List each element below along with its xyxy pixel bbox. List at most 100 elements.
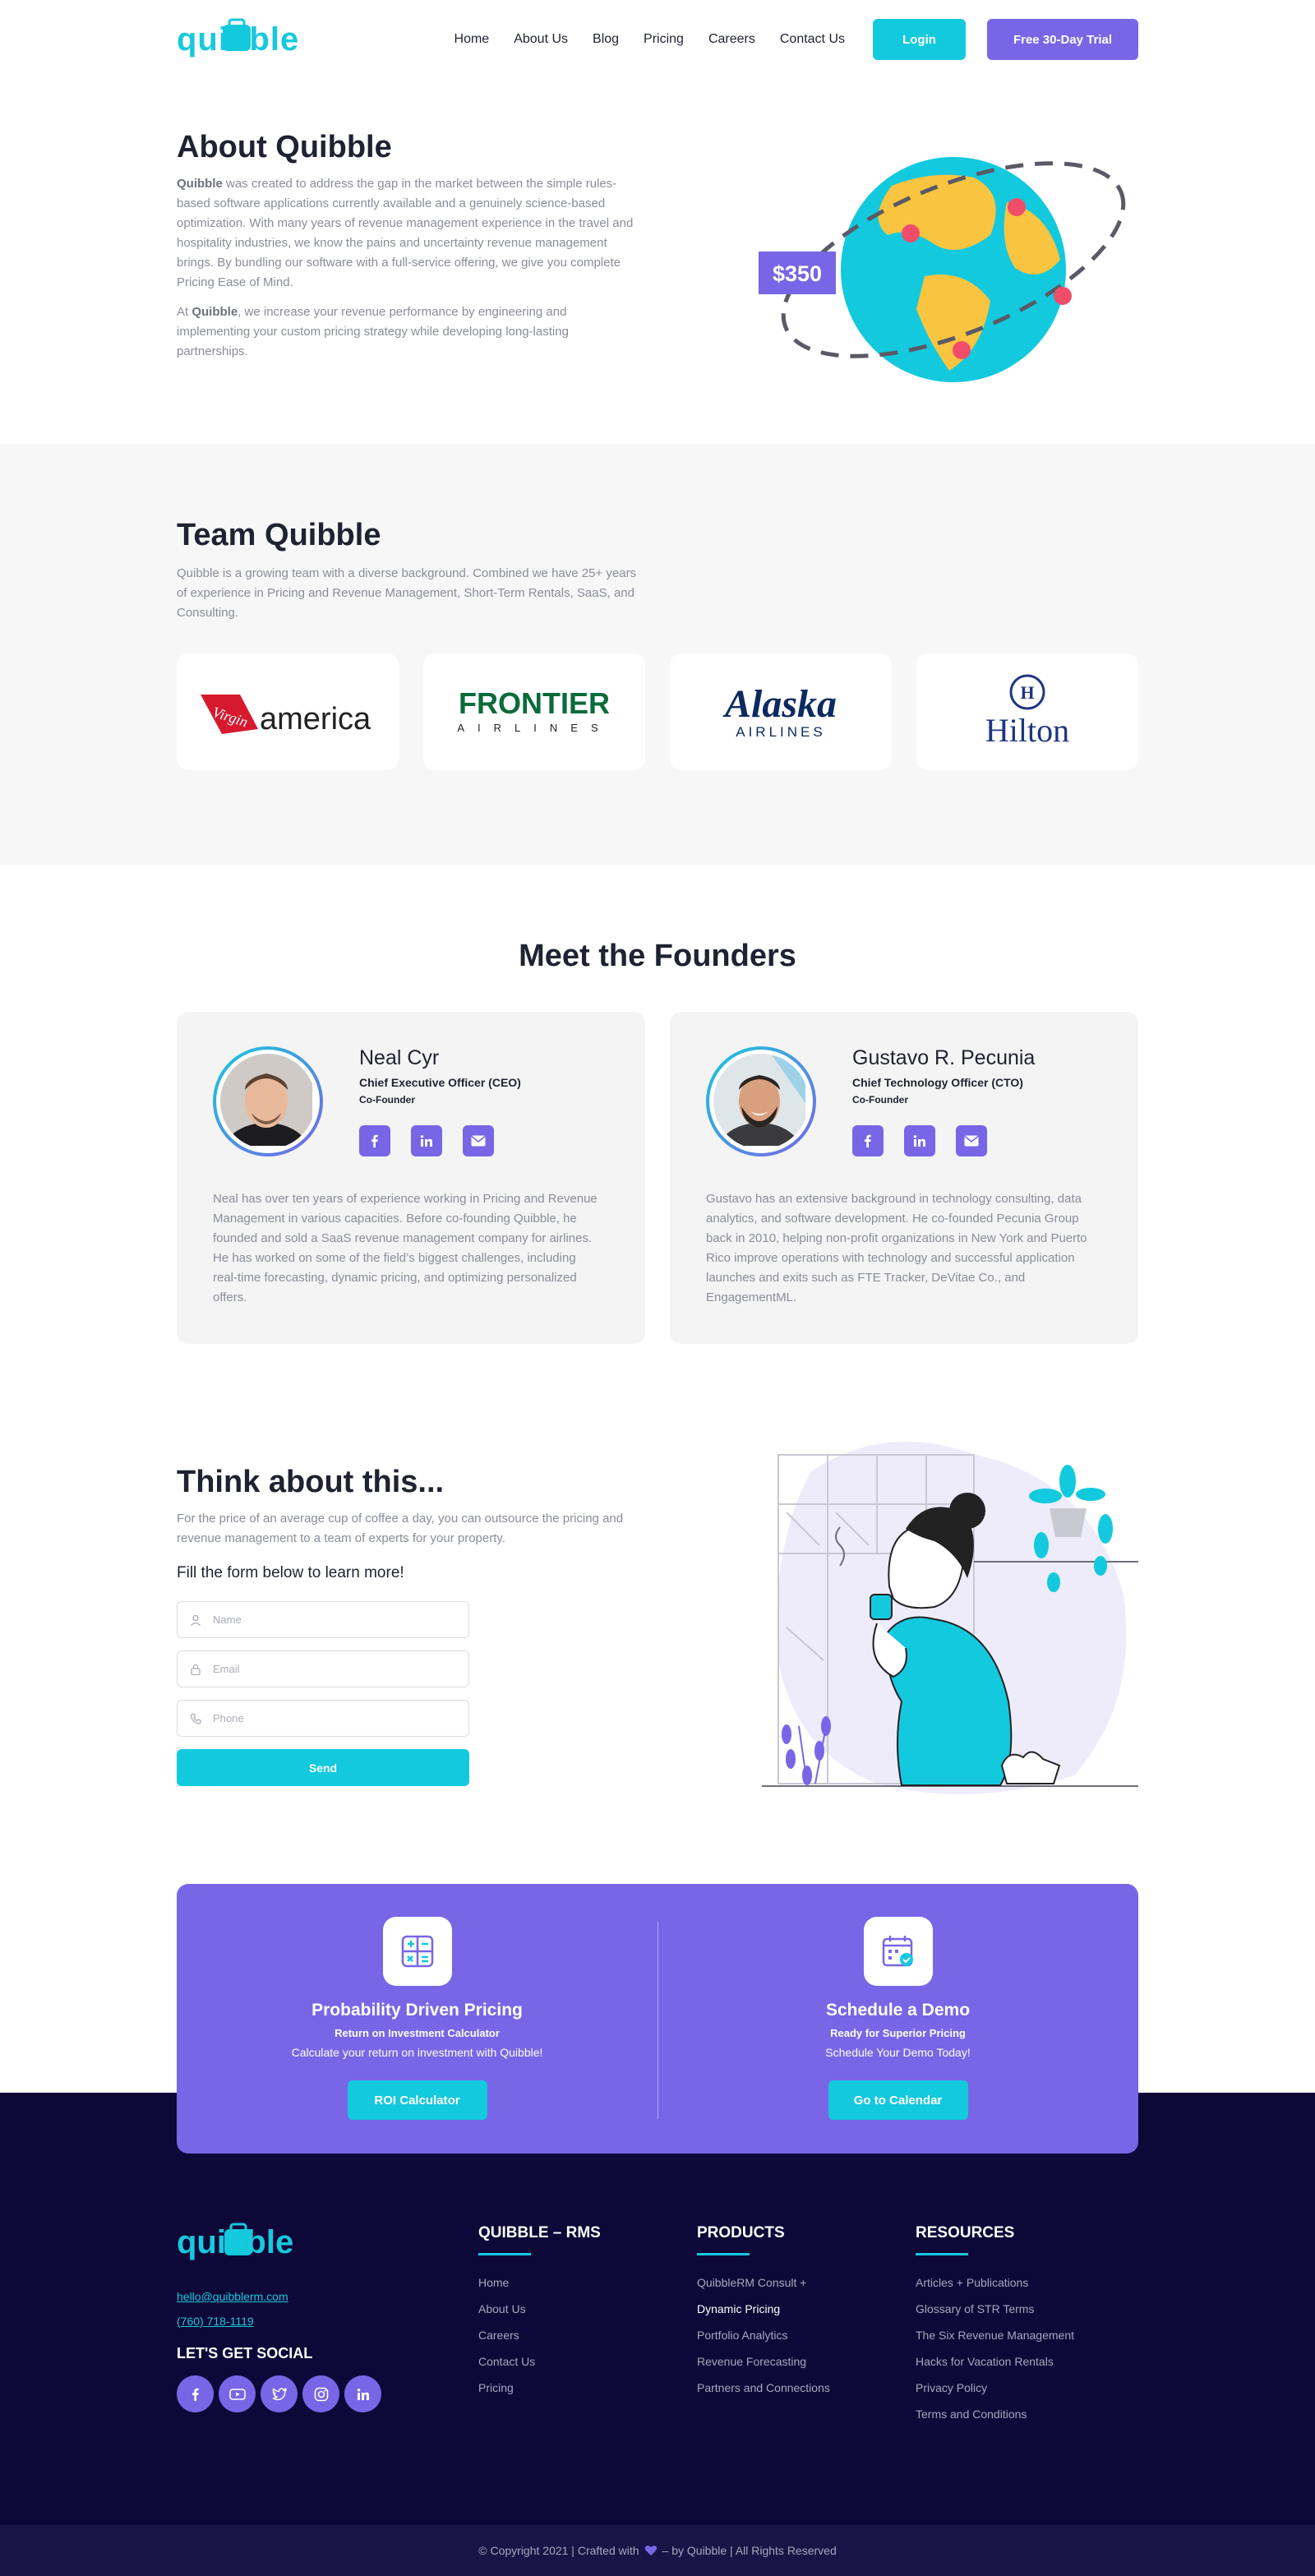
founder-role: Chief Technology Officer (CTO) — [852, 1076, 1023, 1089]
email-placeholder: Email — [213, 1663, 240, 1675]
footer-link[interactable]: Revenue Forecasting — [697, 2352, 830, 2379]
footer-link[interactable]: Hacks for Vacation Rentals — [916, 2352, 1074, 2379]
founder-role: Chief Executive Officer (CEO) — [359, 1076, 521, 1089]
cta-roi: Probability Driven Pricing Return on Inv… — [177, 1884, 658, 2154]
cta-banner: Probability Driven Pricing Return on Inv… — [177, 1884, 1138, 2154]
name-field[interactable]: Name — [177, 1601, 469, 1638]
nav-blog[interactable]: Blog — [593, 32, 619, 47]
alaska-sub: AIRLINES — [736, 724, 825, 740]
team-title: Team Quibble — [177, 518, 381, 552]
nav-home[interactable]: Home — [454, 32, 490, 47]
login-button[interactable]: Login — [873, 19, 966, 60]
svg-text:H: H — [1020, 682, 1034, 703]
footer-col-title: PRODUCTS — [697, 2224, 785, 2241]
cta-text: Schedule Your Demo Today! — [825, 2046, 971, 2059]
nav-careers[interactable]: Careers — [708, 32, 755, 47]
about-paragraph-1: Quibble was created to address the gap i… — [177, 174, 637, 293]
free-trial-button[interactable]: Free 30-Day Trial — [987, 19, 1138, 60]
alaska-airlines-logo: Alaska AIRLINES — [670, 653, 892, 770]
footer-link[interactable]: Privacy Policy — [916, 2379, 1074, 2405]
founder-subrole: Co-Founder — [852, 1094, 908, 1106]
cta-area: Probability Driven Pricing Return on Inv… — [0, 1884, 1315, 2154]
calculator-icon — [382, 1917, 452, 1986]
site-footer: quibble hello@quibblerm.com (760) 718-11… — [0, 2093, 1315, 2525]
footer-socials — [177, 2375, 381, 2412]
nav-about[interactable]: About Us — [514, 32, 568, 47]
email-icon[interactable] — [956, 1125, 987, 1156]
footer-link[interactable]: Careers — [478, 2326, 601, 2352]
cta-title: Probability Driven Pricing — [311, 2001, 523, 2020]
email-field[interactable]: Email — [177, 1650, 469, 1687]
copyright-pre: © Copyright 2021 | Crafted with — [478, 2544, 639, 2557]
nav-contact[interactable]: Contact Us — [780, 32, 845, 47]
avatar — [706, 1046, 816, 1156]
about-paragraph-2: At Quibble, we increase your revenue per… — [177, 302, 637, 362]
client-logos: Virgin america FRONTIER AIRLINES Alaska … — [177, 653, 1138, 770]
footer-link-active[interactable]: Dynamic Pricing — [697, 2300, 830, 2326]
footer-col-title: RESOURCES — [916, 2224, 1015, 2241]
footer-link[interactable]: QuibbleRM Consult + — [697, 2274, 830, 2300]
footer-link[interactable]: Glossary of STR Terms — [916, 2300, 1074, 2326]
phone-field[interactable]: Phone — [177, 1700, 469, 1737]
footer-phone-link[interactable]: (760) 718-1119 — [177, 2315, 254, 2328]
cta-demo: Schedule a Demo Ready for Superior Prici… — [658, 1884, 1138, 2154]
heart-icon — [644, 2546, 657, 2555]
footer-link[interactable]: About Us — [478, 2300, 601, 2326]
linkedin-icon[interactable] — [344, 2375, 381, 2412]
phone-icon — [190, 1713, 201, 1724]
facebook-icon[interactable] — [177, 2375, 214, 2412]
footer-link[interactable]: Partners and Connections — [697, 2379, 830, 2405]
go-to-calendar-button[interactable]: Go to Calendar — [828, 2080, 968, 2120]
quibble-logo[interactable]: quibble — [177, 15, 299, 64]
think-subtitle: For the price of an average cup of coffe… — [177, 1512, 624, 1545]
nav-pricing[interactable]: Pricing — [644, 32, 684, 47]
copyright-bar: © Copyright 2021 | Crafted with – by Qui… — [0, 2525, 1315, 2576]
phone-placeholder: Phone — [213, 1712, 244, 1724]
virgin-america-logo: Virgin america — [177, 653, 399, 770]
about-text-1: was created to address the gap in the ma… — [177, 177, 634, 289]
logo-text: quibble — [177, 21, 300, 58]
footer-link[interactable]: The Six Revenue Management — [916, 2326, 1074, 2352]
footer-link[interactable]: Terms and Conditions — [916, 2405, 1074, 2431]
cta-subtitle: Return on Investment Calculator — [335, 2027, 500, 2039]
neal-photo — [220, 1054, 312, 1149]
footer-col-underline — [697, 2253, 750, 2255]
footer-link[interactable]: Articles + Publications — [916, 2274, 1074, 2300]
lock-icon — [191, 1664, 201, 1675]
facebook-icon[interactable] — [852, 1125, 884, 1156]
facebook-icon[interactable] — [359, 1125, 390, 1156]
hilton-logo: H Hilton — [916, 653, 1138, 770]
footer-col-underline — [916, 2253, 968, 2255]
coffee-woman-illustration — [762, 1442, 1138, 1794]
founders-section: Meet the Founders Neal Cyr Chief Executi… — [0, 865, 1315, 1407]
footer-link[interactable]: Pricing — [478, 2379, 601, 2405]
linkedin-icon[interactable] — [904, 1125, 935, 1156]
about-brand-1: Quibble — [177, 177, 223, 191]
twitter-icon[interactable] — [261, 2375, 298, 2412]
footer-link[interactable]: Home — [478, 2274, 601, 2300]
frontier-main: FRONTIER — [459, 687, 610, 720]
cta-text: Calculate your return on investment with… — [291, 2046, 543, 2059]
footer-email-link[interactable]: hello@quibblerm.com — [177, 2290, 288, 2303]
email-icon[interactable] — [463, 1125, 494, 1156]
footer-link[interactable]: Portfolio Analytics — [697, 2326, 830, 2352]
about-text-2-pre: At — [177, 305, 192, 319]
about-brand-2: Quibble — [191, 305, 238, 319]
gustavo-photo — [713, 1054, 805, 1149]
footer-link[interactable]: Contact Us — [478, 2352, 601, 2379]
roi-calculator-button[interactable]: ROI Calculator — [347, 2080, 487, 2120]
alaska-main: Alaska — [722, 682, 837, 726]
footer-logo[interactable]: quibble — [177, 2223, 294, 2261]
main-nav: Home About Us Blog Pricing Careers Conta… — [430, 19, 1138, 60]
globe-illustration: $350 — [759, 157, 1126, 382]
frontier-airlines-logo: FRONTIER AIRLINES — [423, 653, 645, 770]
send-button[interactable]: Send — [177, 1749, 469, 1786]
founder-card-gustavo: Gustavo R. Pecunia Chief Technology Offi… — [670, 1012, 1138, 1344]
youtube-icon[interactable] — [219, 2375, 256, 2412]
linkedin-icon[interactable] — [411, 1125, 442, 1156]
about-section: About Quibble Quibble was created to add… — [0, 79, 1315, 444]
founder-name: Neal Cyr — [359, 1046, 440, 1069]
instagram-icon[interactable] — [302, 2375, 339, 2412]
footer-col-products: PRODUCTS QuibbleRM Consult + Dynamic Pri… — [697, 2224, 830, 2405]
footer-logo-text: quibble — [177, 2224, 294, 2260]
